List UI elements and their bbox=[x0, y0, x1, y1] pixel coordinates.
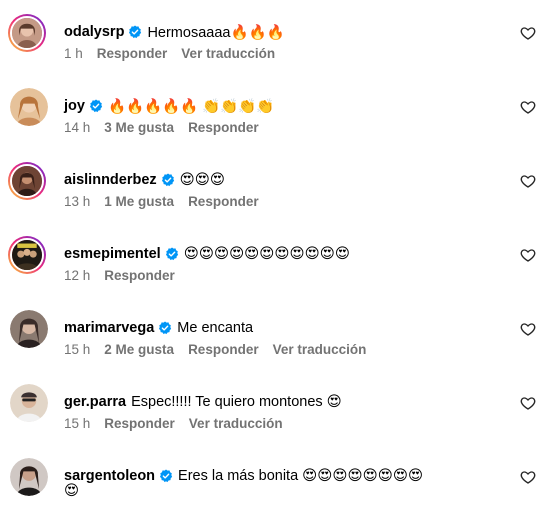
likes-count-button[interactable]: 3 Me gusta bbox=[104, 120, 174, 135]
comment-username[interactable]: aislinnderbez bbox=[64, 172, 157, 188]
comment-timestamp[interactable]: 14 h bbox=[64, 120, 90, 135]
comment-text: 🔥🔥🔥🔥🔥 👏👏👏👏 bbox=[107, 98, 275, 115]
verified-badge-icon bbox=[165, 247, 179, 261]
likes-count-button[interactable]: 2 Me gusta bbox=[104, 342, 174, 357]
comment-username[interactable]: odalysrp bbox=[64, 24, 124, 40]
heart-outline-icon[interactable] bbox=[520, 395, 536, 411]
comment-username[interactable]: esmepimentel bbox=[64, 246, 161, 262]
reply-button[interactable]: Responder bbox=[188, 120, 259, 135]
avatar[interactable] bbox=[8, 236, 46, 274]
verified-badge-icon bbox=[161, 173, 175, 187]
heart-outline-icon[interactable] bbox=[520, 247, 536, 263]
comment-timestamp[interactable]: 13 h bbox=[64, 194, 90, 209]
comment-text: Eres la más bonita 😍😍😍😍😍😍😍😍 bbox=[178, 468, 424, 484]
avatar[interactable] bbox=[10, 384, 48, 422]
comment-username[interactable]: marimarvega bbox=[64, 320, 154, 336]
comment-text: Me encanta bbox=[177, 320, 254, 336]
avatar[interactable] bbox=[10, 310, 48, 348]
heart-outline-icon[interactable] bbox=[520, 25, 536, 41]
see-translation-button[interactable]: Ver traducción bbox=[189, 416, 283, 431]
comment-timestamp[interactable]: 15 h bbox=[64, 416, 90, 431]
comment-text: 😍😍😍 bbox=[179, 172, 226, 188]
heart-outline-icon[interactable] bbox=[520, 99, 536, 115]
comment-username[interactable]: sargentoleon bbox=[64, 468, 155, 484]
reply-button[interactable]: Responder bbox=[104, 268, 175, 283]
see-translation-button[interactable]: Ver traducción bbox=[181, 46, 275, 61]
reply-button[interactable]: Responder bbox=[97, 46, 168, 61]
likes-count-button[interactable]: 1 Me gusta bbox=[104, 194, 174, 209]
comment-text-continuation: 😍 bbox=[64, 483, 80, 499]
verified-badge-icon bbox=[159, 469, 173, 483]
comment-timestamp[interactable]: 12 h bbox=[64, 268, 90, 283]
heart-outline-icon[interactable] bbox=[520, 173, 536, 189]
comment-text: Espec!!!!! Te quiero montones 😍 bbox=[131, 394, 342, 410]
comment-timestamp[interactable]: 15 h bbox=[64, 342, 90, 357]
comment-username[interactable]: ger.parra bbox=[64, 394, 126, 410]
comment-text: Hermosaaaa🔥🔥🔥 bbox=[147, 24, 285, 41]
verified-badge-icon bbox=[158, 321, 172, 335]
avatar[interactable] bbox=[10, 88, 48, 126]
comment-text: 😍😍😍😍😍😍😍😍😍😍😍 bbox=[183, 246, 350, 262]
reply-button[interactable]: Responder bbox=[188, 342, 259, 357]
avatar[interactable] bbox=[10, 458, 48, 496]
comment-timestamp[interactable]: 1 h bbox=[64, 46, 83, 61]
avatar[interactable] bbox=[8, 14, 46, 52]
see-translation-button[interactable]: Ver traducción bbox=[273, 342, 367, 357]
heart-outline-icon[interactable] bbox=[520, 321, 536, 337]
reply-button[interactable]: Responder bbox=[104, 416, 175, 431]
verified-badge-icon bbox=[128, 25, 142, 39]
avatar[interactable] bbox=[8, 162, 46, 200]
reply-button[interactable]: Responder bbox=[188, 194, 259, 209]
heart-outline-icon[interactable] bbox=[520, 469, 536, 485]
comment-username[interactable]: joy bbox=[64, 98, 85, 114]
verified-badge-icon bbox=[89, 99, 103, 113]
